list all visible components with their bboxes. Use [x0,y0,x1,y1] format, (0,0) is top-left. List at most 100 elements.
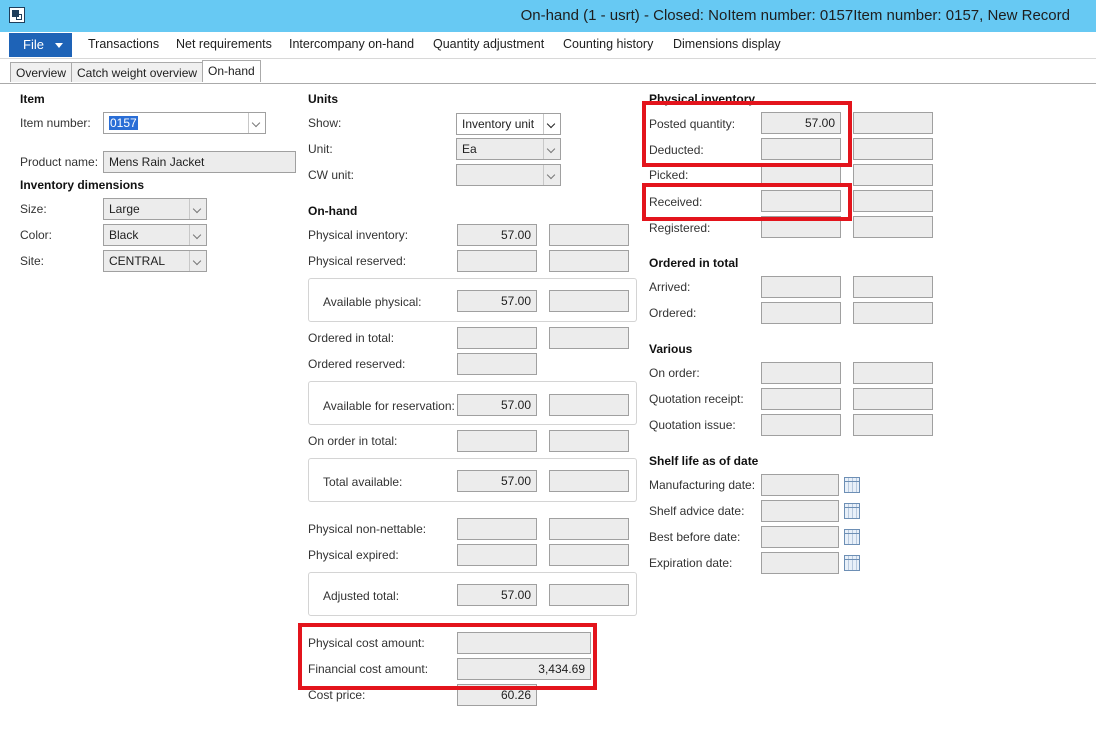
ordered-field-2[interactable] [853,302,933,324]
file-menu-label: File [23,37,44,52]
on-order-in-total-field[interactable] [457,430,537,452]
posted-quantity-field-2[interactable] [853,112,933,134]
size-field[interactable]: Large [103,198,207,220]
expiration-date-field[interactable] [761,552,839,574]
ordered-in-total-field-2[interactable] [549,327,629,349]
calendar-icon[interactable] [844,555,860,571]
item-number-field[interactable]: 0157 [103,112,266,134]
color-field[interactable]: Black [103,224,207,246]
unit-field[interactable]: Ea [456,138,561,160]
best-before-date-field[interactable] [761,526,839,548]
menu-dimensions-display[interactable]: Dimensions display [673,37,781,51]
tab-catch-weight-overview[interactable]: Catch weight overview [71,62,204,82]
calendar-icon[interactable] [844,477,860,493]
available-physical-field-2[interactable] [549,290,629,312]
ordered-field[interactable] [761,302,841,324]
total-available-field-2[interactable] [549,470,629,492]
chevron-down-icon[interactable] [189,225,206,245]
total-available-field[interactable]: 57.00 [457,470,537,492]
chevron-down-icon[interactable] [543,165,560,185]
physical-expired-field-2[interactable] [549,544,629,566]
color-label: Color: [20,228,53,242]
ordered-reserved-field[interactable] [457,353,537,375]
menu-net-requirements[interactable]: Net requirements [176,37,272,51]
adjusted-total-field[interactable]: 57.00 [457,584,537,606]
chevron-down-icon[interactable] [248,113,265,133]
highlight-posted-deducted [642,101,852,167]
ordered-in-total-field[interactable] [457,327,537,349]
arrived-field[interactable] [761,276,841,298]
ordered-in-total-label: Ordered in total: [308,331,395,345]
site-value: CENTRAL [109,254,166,268]
quotation-issue-field[interactable] [761,414,841,436]
arrived-label: Arrived: [649,280,691,294]
expiration-date-label: Expiration date: [649,556,733,570]
arrived-field-2[interactable] [853,276,933,298]
menu-counting-history[interactable]: Counting history [563,37,653,51]
quotation-receipt-field[interactable] [761,388,841,410]
registered-label: Registered: [649,221,711,235]
physical-inventory-field-2[interactable] [549,224,629,246]
physical-reserved-label: Physical reserved: [308,254,407,268]
quotation-receipt-field-2[interactable] [853,388,933,410]
ordered-reserved-label: Ordered reserved: [308,357,406,371]
physical-expired-label: Physical expired: [308,548,399,562]
available-physical-label: Available physical: [323,295,422,309]
shelf-advice-date-field[interactable] [761,500,839,522]
size-label: Size: [20,202,47,216]
adjusted-total-field-2[interactable] [549,584,629,606]
various-header: Various [649,342,693,356]
menu-transactions[interactable]: Transactions [88,37,159,51]
calendar-icon[interactable] [844,503,860,519]
chevron-down-icon [55,43,63,48]
deducted-field-2[interactable] [853,138,933,160]
title-bar: On-hand (1 - usrt) - Closed: NoItem numb… [0,0,1096,33]
on-order-field[interactable] [761,362,841,384]
menu-intercompany-on-hand[interactable]: Intercompany on-hand [289,37,414,51]
cw-unit-field[interactable] [456,164,561,186]
manufacturing-date-label: Manufacturing date: [649,478,756,492]
chevron-down-icon[interactable] [543,139,560,159]
quotation-issue-label: Quotation issue: [649,418,736,432]
quotation-issue-field-2[interactable] [853,414,933,436]
chevron-down-icon[interactable] [189,199,206,219]
chevron-down-icon[interactable] [543,114,560,134]
menu-quantity-adjustment[interactable]: Quantity adjustment [433,37,544,51]
physical-non-nettable-field-2[interactable] [549,518,629,540]
physical-non-nettable-field[interactable] [457,518,537,540]
physical-inventory-field[interactable]: 57.00 [457,224,537,246]
available-physical-field[interactable]: 57.00 [457,290,537,312]
item-header: Item [20,92,45,106]
show-value: Inventory unit [462,117,535,131]
cw-unit-label: CW unit: [308,168,355,182]
tab-overview[interactable]: Overview [10,62,73,82]
total-available-label: Total available: [323,475,403,489]
on-order-field-2[interactable] [853,362,933,384]
available-for-reservation-field-2[interactable] [549,394,629,416]
received-field-2[interactable] [853,190,933,212]
physical-reserved-field[interactable] [457,250,537,272]
tab-on-hand[interactable]: On-hand [202,60,261,82]
on-order-in-total-field-2[interactable] [549,430,629,452]
chevron-down-icon[interactable] [189,251,206,271]
product-name-field[interactable]: Mens Rain Jacket [103,151,296,173]
available-for-reservation-field[interactable]: 57.00 [457,394,537,416]
manufacturing-date-field[interactable] [761,474,839,496]
show-select[interactable]: Inventory unit [456,113,561,135]
file-menu-button[interactable]: File [9,33,72,57]
on-order-label: On order: [649,366,700,380]
highlight-received [642,183,852,221]
picked-field-2[interactable] [853,164,933,186]
item-number-label: Item number: [20,116,91,130]
physical-non-nettable-label: Physical non-nettable: [308,522,427,536]
inventory-dimensions-header: Inventory dimensions [20,178,145,192]
site-field[interactable]: CENTRAL [103,250,207,272]
calendar-icon[interactable] [844,529,860,545]
highlight-cost-amounts [298,623,597,690]
physical-expired-field[interactable] [457,544,537,566]
physical-reserved-field-2[interactable] [549,250,629,272]
registered-field-2[interactable] [853,216,933,238]
on-order-in-total-label: On order in total: [308,434,398,448]
tab-strip: Overview Catch weight overview On-hand [0,59,1096,84]
app-icon[interactable] [9,7,25,23]
